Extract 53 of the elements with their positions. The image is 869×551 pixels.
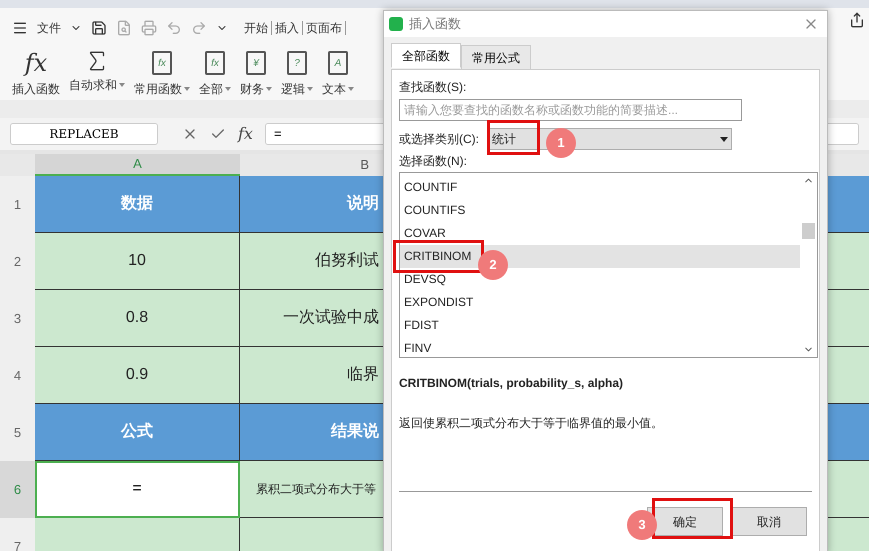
ribbon-tab[interactable]: 开始 [241, 21, 272, 35]
function-signature: CRITBINOM(trials, probability_s, alpha) [399, 375, 624, 392]
function-icon[interactable]: fx [238, 122, 253, 146]
function-item[interactable]: COUNTIF [400, 176, 800, 199]
function-description: 返回使累积二项式分布大于等于临界值的最小值。 [399, 415, 664, 432]
row-header[interactable]: 7 [0, 518, 35, 551]
dropdown-arrow-icon [720, 136, 728, 142]
row-header[interactable]: 1 [0, 176, 35, 233]
app-logo-icon [389, 17, 403, 31]
dialog-tab[interactable]: 全部函数 [391, 43, 461, 68]
function-icon: fx [24, 48, 48, 78]
search-field[interactable]: 请输入您要查找的函数名称或函数功能的简要描述... [399, 99, 742, 121]
highlight-frame [487, 120, 540, 155]
table-cell: = [35, 461, 240, 518]
dialog-title: 插入函数 [409, 15, 461, 34]
ribbon-tab[interactable]: 插入 [272, 21, 303, 35]
function-item[interactable]: COUNTIFS [400, 199, 800, 222]
book-icon: ? [287, 51, 307, 75]
scroll-thumb[interactable] [802, 223, 815, 239]
name-box[interactable]: REPLACEB [10, 123, 158, 145]
ribbon-button[interactable]: 自动求和 [69, 76, 117, 94]
ribbon-button[interactable]: 插入函数 [12, 80, 60, 98]
book-icon: fx [152, 51, 172, 75]
table-cell: 10 [35, 233, 240, 290]
ok-button[interactable]: 确定 [647, 507, 723, 536]
ribbon-button[interactable]: 文本 [322, 80, 346, 98]
list-label: 选择函数(N): [399, 153, 468, 170]
function-item[interactable]: EXPONDIST [400, 291, 800, 314]
menu-icon[interactable] [12, 20, 28, 36]
save-icon[interactable] [91, 20, 107, 36]
ribbon-button[interactable]: 常用函数 [134, 80, 182, 98]
ribbon-button[interactable]: 逻辑 [281, 80, 305, 98]
dialog-tab[interactable]: 常用公式 [461, 45, 531, 70]
ribbon-button[interactable]: 全部 [199, 80, 223, 98]
search-label: 查找函数(S): [399, 79, 468, 96]
table-cell: 0.9 [35, 347, 240, 404]
table-cell: 公式 [35, 404, 240, 461]
ribbon-button[interactable]: 财务 [240, 80, 264, 98]
cancel-button[interactable]: 取消 [731, 507, 807, 536]
row-header[interactable]: 5 [0, 404, 35, 461]
function-item[interactable]: FDIST [400, 314, 800, 337]
book-icon: A [328, 51, 348, 75]
row-header[interactable]: 3 [0, 290, 35, 347]
share-icon[interactable] [848, 12, 864, 28]
table-cell: 0.8 [35, 290, 240, 347]
book-icon: fx [205, 51, 225, 75]
ribbon-tab[interactable]: 页面布 [303, 21, 346, 35]
file-menu[interactable]: 文件 [37, 19, 61, 37]
book-icon: ¥ [246, 51, 266, 75]
category-label: 或选择类别(C): [399, 131, 479, 148]
table-cell: 数据 [35, 176, 240, 233]
row-header[interactable]: 2 [0, 233, 35, 290]
row-header[interactable]: 4 [0, 347, 35, 404]
